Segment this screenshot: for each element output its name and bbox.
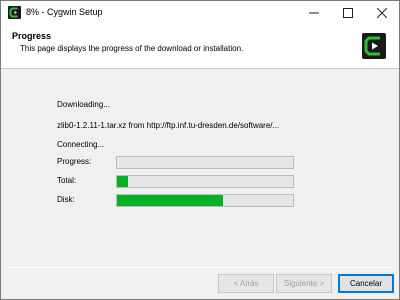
total-label: Total: [57, 176, 77, 185]
cancel-button[interactable]: Cancelar [338, 274, 394, 293]
disk-label: Disk: [57, 195, 75, 204]
next-button[interactable]: Siguiente > [276, 274, 332, 293]
cygwin-logo-icon [362, 33, 386, 59]
total-bar-fill [117, 176, 128, 187]
maximize-icon [343, 8, 353, 18]
page-subtitle: This page displays the progress of the d… [20, 44, 244, 53]
close-icon [377, 8, 387, 18]
maximize-button[interactable] [331, 1, 365, 25]
setup-window: 8% - Cygwin Setup Progress This page dis… [0, 0, 400, 300]
minimize-icon [309, 12, 319, 14]
status-action: Downloading... [57, 100, 110, 109]
status-file: zlib0-1.2.11-1.tar.xz from http://ftp.in… [57, 121, 280, 130]
button-separator [9, 267, 391, 268]
content-area: Downloading... zlib0-1.2.11-1.tar.xz fro… [1, 70, 399, 266]
minimize-button[interactable] [297, 1, 331, 25]
close-button[interactable] [365, 1, 399, 25]
disk-bar-fill [117, 195, 223, 206]
cygwin-icon [8, 6, 21, 19]
window-title: 8% - Cygwin Setup [26, 7, 103, 17]
page-title: Progress [12, 31, 52, 41]
total-bar [116, 175, 294, 188]
progress-label: Progress: [57, 157, 92, 166]
back-button[interactable]: < Atrás [218, 274, 274, 293]
disk-bar [116, 194, 294, 207]
status-connection: Connecting... [57, 140, 105, 149]
progress-bar [116, 156, 294, 169]
wizard-header: Progress This page displays the progress… [1, 25, 399, 69]
title-bar: 8% - Cygwin Setup [1, 1, 399, 25]
